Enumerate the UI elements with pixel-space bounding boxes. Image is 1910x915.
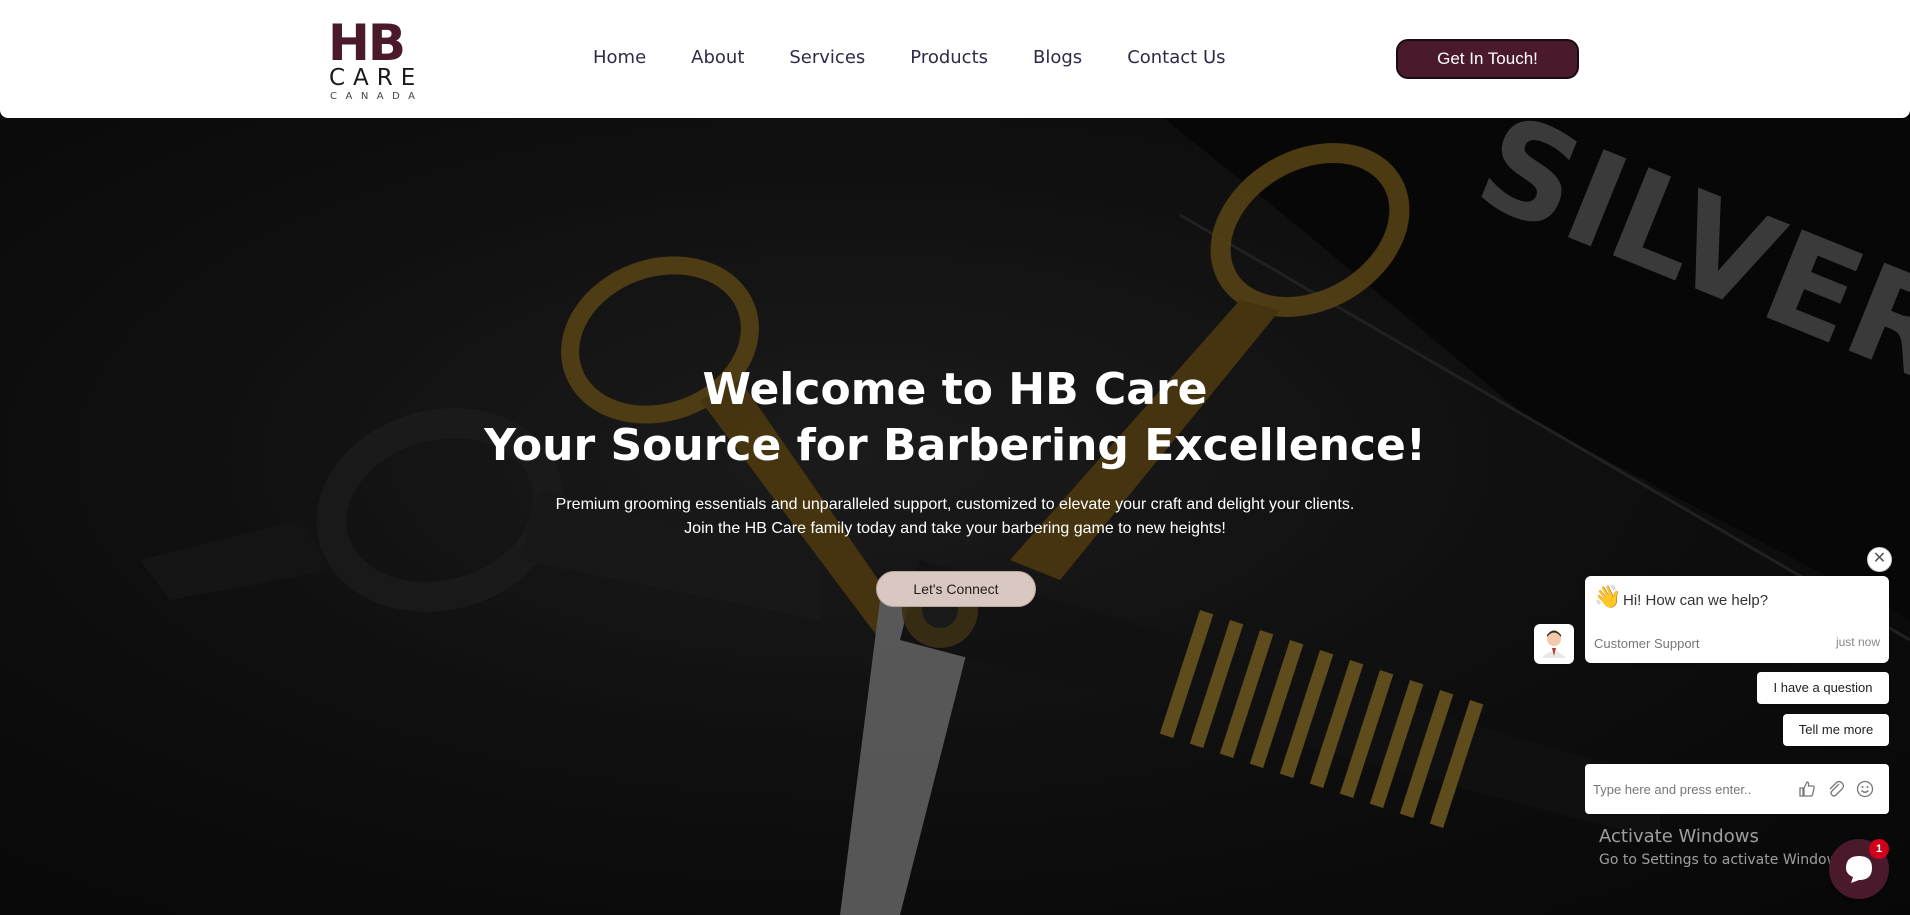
wave-emoji-icon: 👋	[1594, 584, 1622, 609]
windows-activation-notice: Activate Windows Go to Settings to activ…	[1599, 826, 1850, 870]
notification-badge: 1	[1869, 839, 1889, 859]
hero-title-line1: Welcome to HB Care	[702, 364, 1208, 415]
nav-services[interactable]: Services	[789, 46, 865, 70]
hero-subtitle-line2: Join the HB Care family today and take y…	[684, 520, 1226, 537]
quick-reply-question[interactable]: I have a question	[1757, 672, 1889, 704]
logo-canada-text: CANADA	[330, 91, 424, 102]
activate-windows-title: Activate Windows	[1599, 826, 1759, 847]
nav-home[interactable]: Home	[593, 46, 646, 70]
lets-connect-button[interactable]: Let's Connect	[876, 571, 1036, 607]
support-avatar	[1534, 624, 1574, 664]
activate-windows-subtitle: Go to Settings to activate Windows.	[1599, 852, 1850, 868]
nav-blogs[interactable]: Blogs	[1033, 46, 1082, 70]
nav-products[interactable]: Products	[910, 46, 988, 70]
logo-care-text: CARE	[329, 65, 424, 91]
site-header: HB CARE CANADA Home About Services Produ…	[0, 0, 1910, 118]
hb-care-logo[interactable]: HB CARE CANADA	[328, 18, 430, 104]
chat-agent-name: Customer Support	[1594, 636, 1700, 651]
hero-subtitle-line1: Premium grooming essentials and unparall…	[555, 496, 1355, 513]
agent-avatar-icon	[1542, 630, 1566, 658]
chat-message-bubble: 👋 Hi! How can we help? Customer Support …	[1585, 576, 1889, 663]
chat-close-icon[interactable]: ✕	[1867, 547, 1892, 572]
main-nav: Home About Services Products Blogs Conta…	[593, 46, 1226, 70]
attachment-icon[interactable]	[1826, 779, 1846, 799]
logo-hb-text: HB	[328, 14, 406, 72]
quick-reply-tell-me-more[interactable]: Tell me more	[1783, 714, 1889, 746]
thumbs-up-icon[interactable]	[1797, 779, 1817, 799]
emoji-icon[interactable]	[1855, 779, 1875, 799]
get-in-touch-button[interactable]: Get In Touch!	[1396, 39, 1579, 79]
nav-contact-us[interactable]: Contact Us	[1127, 46, 1225, 70]
nav-about[interactable]: About	[691, 46, 744, 70]
chat-timestamp: just now	[1835, 635, 1880, 649]
chat-greeting: Hi! How can we help?	[1623, 592, 1769, 609]
chat-message-input[interactable]	[1593, 777, 1793, 801]
hero-title-line2: Your Source for Barbering Excellence!	[484, 420, 1426, 471]
chat-input-box	[1585, 764, 1889, 814]
